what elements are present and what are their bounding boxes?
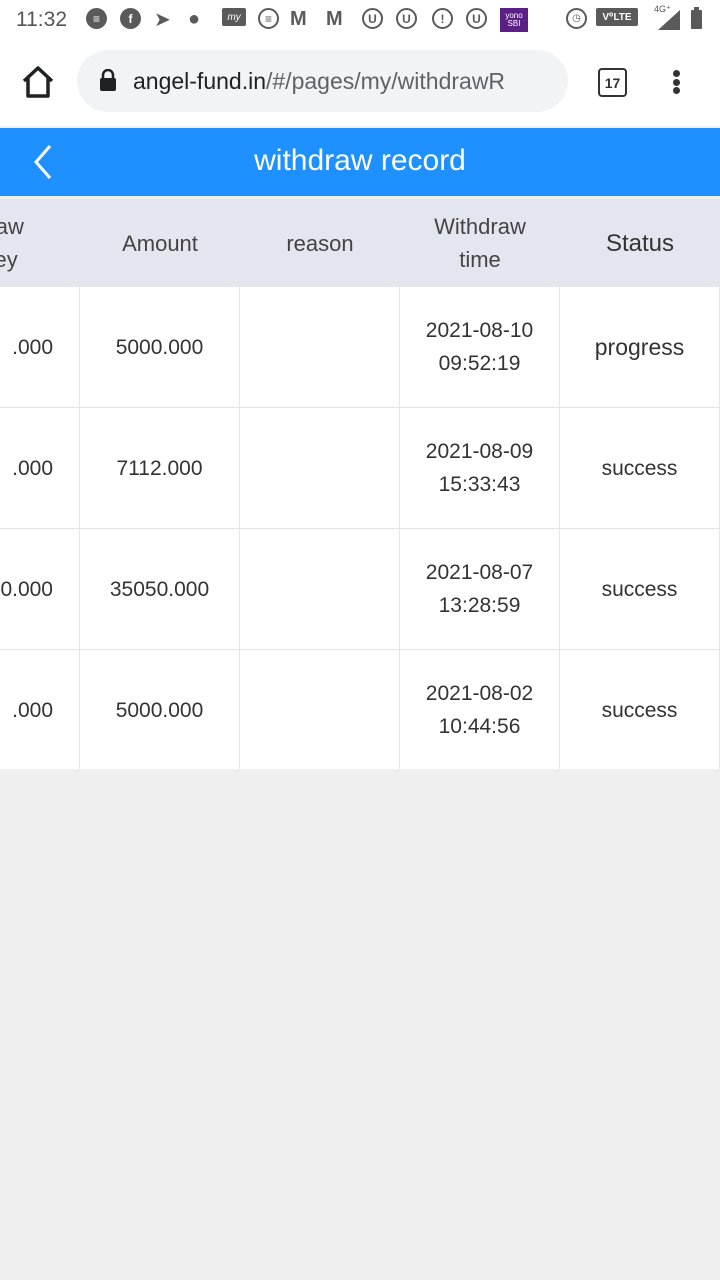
telegram-icon: ➤	[154, 8, 171, 31]
url-text: angel-fund.in/#/pages/my/withdrawR	[133, 68, 505, 95]
cell-status: success	[560, 408, 720, 528]
table-row[interactable]: 0.000 35050.000 2021-08-07 13:28:59 succe…	[0, 529, 720, 650]
gmail-icon: M	[290, 7, 307, 30]
cell-reason	[240, 529, 400, 649]
tab-switcher-button[interactable]: 17	[598, 68, 627, 97]
cell-amount: 5000.000	[80, 650, 240, 769]
status-bar: 11:32 ≡ f ➤ ● my ≡ M M U U ! U yono SBI …	[0, 0, 720, 38]
clock: 11:32	[16, 8, 67, 31]
signal-icon	[658, 10, 680, 30]
table-row[interactable]: .000 5000.000 2021-08-10 09:52:19 progres…	[0, 287, 720, 408]
cell-amount: 5000.000	[80, 287, 240, 407]
more-menu-icon[interactable]	[662, 64, 690, 100]
cell-reason	[240, 408, 400, 528]
battery-icon	[691, 7, 702, 29]
home-icon[interactable]	[20, 64, 56, 100]
cell-status: success	[560, 529, 720, 649]
cell-withdraw-money: 0.000	[0, 529, 80, 649]
food-app-icon: ●	[188, 7, 201, 30]
u-app-icon: U	[466, 8, 487, 29]
cell-amount: 35050.000	[80, 529, 240, 649]
cell-withdraw-time: 2021-08-02 10:44:56	[400, 650, 560, 769]
page-title: withdraw record	[254, 144, 466, 177]
cell-withdraw-time: 2021-08-07 13:28:59	[400, 529, 560, 649]
withdraw-record-table[interactable]: drawney Amount reason Withdrawtime Statu…	[0, 199, 720, 769]
my-app-icon: my	[222, 8, 246, 26]
address-bar[interactable]: angel-fund.in/#/pages/my/withdrawR	[77, 50, 568, 112]
column-header-withdraw-time: Withdraw time	[434, 214, 526, 272]
cell-status: progress	[560, 287, 720, 407]
u-app-icon: U	[396, 8, 417, 29]
volte-icon: V⁰LTE	[596, 8, 638, 26]
table-header: drawney Amount reason Withdrawtime Statu…	[0, 199, 720, 287]
cell-status: success	[560, 650, 720, 769]
chat-icon: ≡	[258, 8, 279, 29]
u-app-icon: U	[362, 8, 383, 29]
cell-withdraw-money: .000	[0, 287, 80, 407]
cell-withdraw-time: 2021-08-09 15:33:43	[400, 408, 560, 528]
lock-icon	[99, 68, 117, 91]
url-host: angel-fund.in	[133, 68, 266, 94]
browser-toolbar: angel-fund.in/#/pages/my/withdrawR 17	[0, 38, 720, 126]
url-path: /#/pages/my/withdrawR	[266, 68, 506, 94]
message-icon: ≡	[86, 8, 107, 29]
cell-amount: 7112.000	[80, 408, 240, 528]
alarm-icon: ◷	[566, 8, 587, 29]
cell-withdraw-money: .000	[0, 408, 80, 528]
column-header-status: Status	[605, 229, 675, 257]
app-header: withdraw record	[0, 128, 720, 196]
cell-withdraw-time: 2021-08-10 09:52:19	[400, 287, 560, 407]
alert-icon: !	[432, 8, 453, 29]
column-header-amount: Amount	[122, 230, 198, 256]
facebook-icon: f	[120, 8, 141, 29]
cell-reason	[240, 650, 400, 769]
cell-withdraw-money: .000	[0, 650, 80, 769]
gmail-icon: M	[326, 7, 343, 30]
column-header-reason: reason	[286, 230, 354, 256]
table-row[interactable]: .000 5000.000 2021-08-02 10:44:56 success	[0, 650, 720, 769]
cell-reason	[240, 287, 400, 407]
table-row[interactable]: .000 7112.000 2021-08-09 15:33:43 success	[0, 408, 720, 529]
column-header-withdraw-money: drawney	[0, 214, 24, 272]
yono-sbi-icon: yono SBI	[500, 8, 528, 32]
